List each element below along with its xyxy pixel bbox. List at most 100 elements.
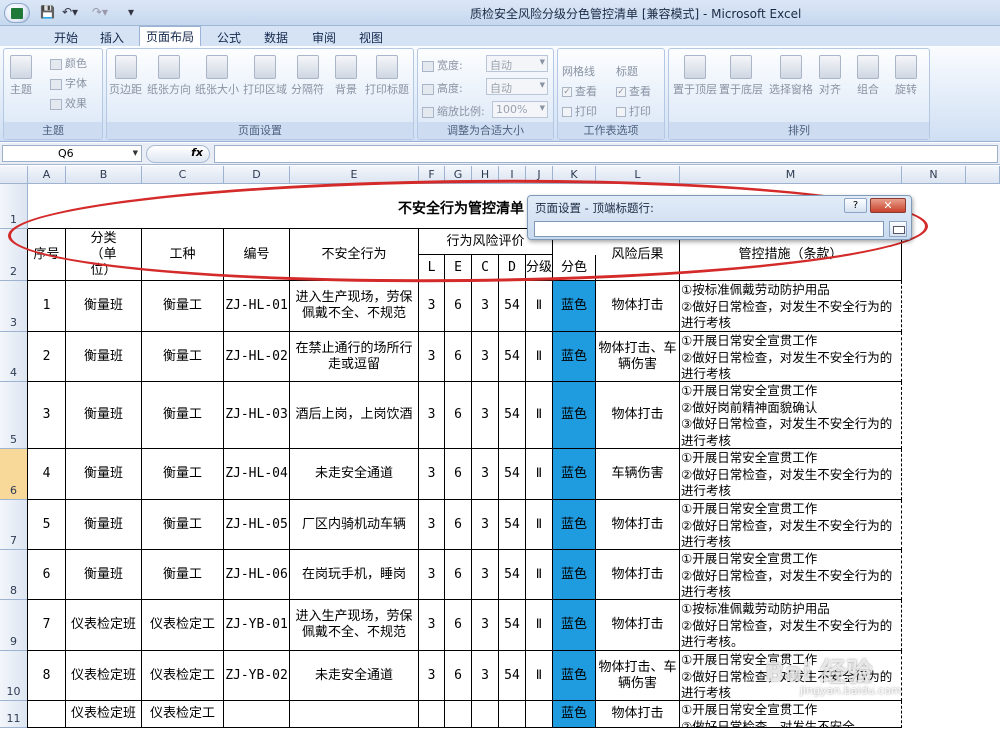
column-header-b[interactable]: B	[66, 166, 142, 184]
cell-color: 蓝色	[553, 281, 596, 332]
scale-group: 宽度: 自动 高度: 自动 缩放比例: 100% 调整为合适大小	[417, 48, 554, 140]
collapse-dialog-icon[interactable]	[889, 221, 907, 237]
redo-icon[interactable]: ↷▾	[92, 5, 108, 19]
row-header-8[interactable]: 8	[0, 550, 28, 600]
column-header-c[interactable]: C	[142, 166, 224, 184]
cell-level: Ⅱ	[526, 382, 553, 449]
send-back-button[interactable]: 置于底层	[719, 55, 763, 97]
row-header-4[interactable]: 4	[0, 332, 28, 382]
column-header-f[interactable]: F	[419, 166, 445, 184]
group-button[interactable]: 组合	[857, 55, 879, 97]
formula-bar: Q6 fx	[0, 143, 1000, 165]
rotate-button[interactable]: 旋转	[895, 55, 917, 97]
column-header-d[interactable]: D	[224, 166, 290, 184]
bring-front-label: 置于顶层	[673, 83, 717, 96]
colors-button[interactable]: 颜色	[50, 55, 87, 71]
gridlines-view-checkbox[interactable]: ✓ 查看	[562, 83, 597, 99]
gridlines-print-checkbox[interactable]: 打印	[562, 103, 597, 119]
cell-E	[445, 701, 472, 728]
headings-view-checkbox[interactable]: ✓ 查看	[616, 83, 651, 99]
cell-C: 3	[472, 281, 499, 332]
column-header-o[interactable]	[966, 166, 1000, 184]
breaks-label: 分隔符	[291, 83, 324, 96]
cell-E: 6	[445, 500, 472, 550]
column-header-e[interactable]: E	[290, 166, 419, 184]
cell-level: Ⅱ	[526, 600, 553, 651]
row-header-11[interactable]: 11	[0, 701, 28, 728]
print-area-button[interactable]: 打印区域	[243, 55, 287, 97]
column-header-n[interactable]: N	[902, 166, 966, 184]
tab-view[interactable]: 视图	[354, 28, 388, 46]
cell-seq	[28, 701, 66, 728]
row-header-9[interactable]: 9	[0, 600, 28, 651]
effects-button[interactable]: 效果	[50, 95, 87, 111]
page-setup-group-title: 页面设置	[107, 122, 413, 139]
cell-category: 衡量班	[66, 332, 142, 382]
row-header-6[interactable]: 6	[0, 449, 28, 500]
themes-button[interactable]: 主题	[10, 55, 32, 97]
arrange-group-title: 排列	[669, 122, 929, 139]
column-header-a[interactable]: A	[28, 166, 66, 184]
print-title-rows-input[interactable]	[534, 221, 884, 237]
headings-print-checkbox[interactable]: 打印	[616, 103, 651, 119]
column-header-i[interactable]: I	[499, 166, 526, 184]
row-header-2[interactable]: 2	[0, 229, 28, 281]
margins-button[interactable]: 页边距	[109, 55, 142, 97]
formula-input[interactable]	[214, 145, 998, 163]
cell-D: 54	[499, 332, 526, 382]
row-header-3[interactable]: 3	[0, 281, 28, 332]
save-icon[interactable]: 💾	[40, 5, 55, 19]
help-button[interactable]: ?	[844, 198, 867, 213]
cell-C: 3	[472, 651, 499, 701]
width-icon	[422, 60, 434, 72]
cell-consequence: 车辆伤害	[596, 449, 680, 500]
fonts-button[interactable]: 字体	[50, 75, 87, 91]
row-header-7[interactable]: 7	[0, 500, 28, 550]
cell-code: ZJ-HL-04	[224, 449, 290, 500]
print-titles-button[interactable]: 打印标题	[365, 55, 409, 97]
close-button[interactable]: ✕	[870, 198, 906, 213]
height-select[interactable]: 自动	[486, 78, 548, 95]
column-header-g[interactable]: G	[445, 166, 472, 184]
row-header-5[interactable]: 5	[0, 382, 28, 449]
background-button[interactable]: 背景	[335, 55, 357, 97]
cell-C: 3	[472, 500, 499, 550]
bring-front-button[interactable]: 置于顶层	[673, 55, 717, 97]
insert-function-button[interactable]: fx	[146, 145, 210, 163]
row-header-1[interactable]: 1	[0, 184, 28, 229]
align-button[interactable]: 对齐	[819, 55, 841, 97]
window-title: 质检安全风险分级分色管控清单 [兼容模式] - Microsoft Excel	[470, 7, 802, 21]
cell-measures: ①开展日常安全宣贯工作 ②做好日常检查，对发生不安全行为的进行考核	[680, 449, 902, 500]
column-header-j[interactable]: J	[526, 166, 553, 184]
cell-L: 3	[419, 651, 445, 701]
orientation-button[interactable]: 纸张方向	[147, 55, 191, 97]
width-select[interactable]: 自动	[486, 55, 548, 72]
column-header-h[interactable]: H	[472, 166, 499, 184]
breaks-button[interactable]: 分隔符	[291, 55, 324, 97]
colors-label: 颜色	[65, 57, 87, 70]
size-button[interactable]: 纸张大小	[195, 55, 239, 97]
cell-category: 衡量班	[66, 281, 142, 332]
margins-icon	[114, 55, 137, 79]
name-box[interactable]: Q6	[2, 145, 142, 162]
tab-page-layout[interactable]: 页面布局	[139, 26, 201, 47]
tab-data[interactable]: 数据	[259, 28, 293, 46]
column-header-m[interactable]: M	[680, 166, 902, 184]
office-button[interactable]	[4, 3, 30, 23]
selection-pane-button[interactable]: 选择窗格	[769, 55, 813, 97]
cell-measures: ①按标准佩戴劳动防护用品 ②做好日常检查，对发生不安全行为的进行考核。	[680, 600, 902, 651]
column-header-l[interactable]: L	[596, 166, 680, 184]
tab-review[interactable]: 审阅	[307, 28, 341, 46]
scale-input[interactable]: 100%	[492, 101, 548, 118]
undo-icon[interactable]: ↶▾	[62, 5, 78, 19]
row-header-10[interactable]: 10	[0, 651, 28, 701]
tab-home[interactable]: 开始	[48, 28, 84, 46]
rotate-label: 旋转	[895, 83, 917, 96]
select-all-corner[interactable]	[0, 166, 28, 184]
dialog-title: 页面设置 - 顶端标题行:	[535, 201, 654, 215]
tab-insert[interactable]: 插入	[94, 28, 130, 46]
tab-formulas[interactable]: 公式	[212, 28, 246, 46]
column-header-k[interactable]: K	[553, 166, 596, 184]
selection-pane-icon	[780, 55, 802, 79]
customize-toolbar-icon[interactable]: ▾	[128, 5, 134, 19]
